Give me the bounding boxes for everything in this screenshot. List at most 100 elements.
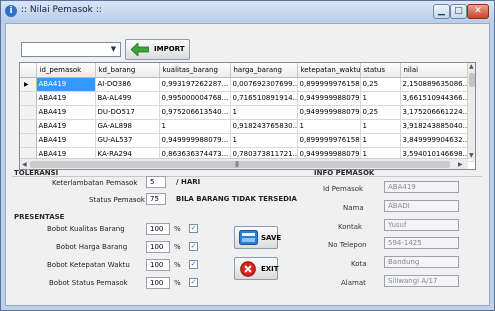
maximize-button[interactable]: □	[450, 4, 467, 19]
close-button[interactable]: ✕	[467, 4, 489, 19]
alamat-label: Alamat	[341, 279, 366, 287]
column-header[interactable]: kualitas_barang	[159, 63, 231, 78]
row-header[interactable]	[20, 119, 37, 134]
table-cell[interactable]: 0,25	[360, 105, 401, 120]
table-row[interactable]: ABA419 BA-AL499 0,995000004768... 0,7165…	[20, 91, 474, 106]
table-cell[interactable]: 1	[360, 119, 401, 134]
info-pemasok-heading: INFO PEMASOK	[314, 169, 375, 177]
table-cell[interactable]: 3,849999904632...	[400, 133, 474, 148]
table-cell[interactable]: 0,25	[360, 77, 401, 92]
kontak-label: Kontak	[338, 223, 363, 231]
table-cell[interactable]: ABA419	[36, 105, 96, 120]
current-row-marker[interactable]: ▶	[20, 77, 37, 92]
presentase-heading: PRESENTASE	[14, 213, 65, 221]
column-header[interactable]: ketepatan_waktu	[297, 63, 361, 78]
table-cell[interactable]: ABA419	[36, 133, 96, 148]
table-cell[interactable]: 0,007692307699...	[230, 77, 298, 92]
minimize-button[interactable]: ▁	[433, 4, 450, 19]
horizontal-scrollbar[interactable]: ◀ ||| ▶	[20, 158, 468, 169]
table-cell[interactable]: 0,993197262287...	[159, 77, 231, 92]
vertical-scrollbar[interactable]: ▲ ▼	[467, 63, 475, 159]
scroll-right-icon[interactable]: ▶	[458, 161, 463, 168]
save-button[interactable]: SAVE	[234, 226, 281, 249]
grid-table: id_pemasok kd_barang kualitas_barang har…	[20, 63, 474, 162]
app-window: i :: Nilai Pemasok :: ▁ □ ✕ ▼ IMPORT id_…	[0, 0, 495, 311]
nilai-grid[interactable]: id_pemasok kd_barang kualitas_barang har…	[19, 62, 476, 170]
table-cell[interactable]: 1	[297, 119, 361, 134]
keterlambatan-input[interactable]: 5	[146, 176, 166, 188]
bobot-harga-input[interactable]: 100	[146, 241, 170, 253]
import-button[interactable]: IMPORT	[125, 39, 190, 60]
table-cell[interactable]: 3,661510944366...	[400, 91, 474, 106]
horizontal-scroll-thumb[interactable]: |||	[30, 161, 450, 168]
window-title: :: Nilai Pemasok ::	[21, 5, 102, 15]
table-cell[interactable]: GU-AL537	[95, 133, 160, 148]
nama-label: Nama	[343, 204, 364, 212]
table-cell[interactable]: 0,949999988079...	[159, 133, 231, 148]
table-cell[interactable]: 0,949999988079...	[297, 105, 361, 120]
scroll-left-icon[interactable]: ◀	[22, 161, 27, 168]
status-pemasok-note: BILA BARANG TIDAK TERSEDIA	[176, 195, 297, 203]
status-pemasok-input[interactable]: 75	[146, 193, 166, 205]
scroll-up-icon[interactable]: ▲	[469, 63, 474, 70]
table-cell[interactable]: 0,995000004768...	[159, 91, 231, 106]
vertical-scroll-thumb[interactable]	[469, 73, 475, 87]
bobot-kualitas-checkbox[interactable]: ✓	[189, 224, 198, 233]
row-header[interactable]	[20, 91, 37, 106]
table-cell[interactable]: BA-AL499	[95, 91, 160, 106]
column-header[interactable]: id_pemasok	[36, 63, 96, 78]
bobot-status-input[interactable]: 100	[146, 277, 170, 289]
table-row[interactable]: ABA419 DU-DO517 0,975206613540... 1 0,94…	[20, 105, 474, 120]
column-header[interactable]: status	[360, 63, 401, 78]
table-row[interactable]: ABA419 GU-AL537 0,949999988079... 1 0,89…	[20, 133, 474, 148]
import-source-combo[interactable]: ▼	[21, 42, 121, 57]
title-bar[interactable]: i :: Nilai Pemasok :: ▁ □ ✕	[1, 1, 494, 22]
table-cell[interactable]: 1	[159, 119, 231, 134]
bobot-ketepatan-input[interactable]: 100	[146, 259, 170, 271]
column-header[interactable]: nilai	[400, 63, 474, 78]
table-cell[interactable]: 3,918243885040...	[400, 119, 474, 134]
chevron-down-icon[interactable]: ▼	[107, 43, 120, 56]
table-cell[interactable]: 3,175206661224...	[400, 105, 474, 120]
table-cell[interactable]: ABA419	[36, 119, 96, 134]
bobot-status-checkbox[interactable]: ✓	[189, 278, 198, 287]
table-cell[interactable]: DU-DO517	[95, 105, 160, 120]
keterlambatan-label: Keterlambatan Pemasok	[52, 179, 138, 187]
table-cell[interactable]: 0,949999988079...	[297, 91, 361, 106]
table-row[interactable]: ▶ ABA419 AI-DO386 0,993197262287... 0,00…	[20, 77, 474, 92]
table-cell[interactable]: ABA419	[36, 77, 96, 92]
table-cell[interactable]: 0,975206613540...	[159, 105, 231, 120]
bobot-harga-checkbox[interactable]: ✓	[189, 242, 198, 251]
exit-button[interactable]: EXIT	[234, 257, 279, 280]
bobot-kualitas-input[interactable]: 100	[146, 223, 170, 235]
table-cell[interactable]: 1	[230, 105, 298, 120]
bobot-ketepatan-checkbox[interactable]: ✓	[189, 260, 198, 269]
alamat-field[interactable]: Siliwangi A/17	[384, 275, 459, 287]
id-pemasok-field[interactable]: ABA419	[384, 181, 459, 193]
scroll-down-icon[interactable]: ▼	[469, 152, 474, 159]
table-cell[interactable]: 1	[360, 133, 401, 148]
table-cell[interactable]: 0,918243765830...	[230, 119, 298, 134]
table-cell[interactable]: 1	[360, 91, 401, 106]
table-cell[interactable]: 1	[230, 133, 298, 148]
percent-unit: %	[174, 261, 181, 269]
column-header[interactable]: harga_barang	[230, 63, 298, 78]
table-cell[interactable]: AI-DO386	[95, 77, 160, 92]
row-header[interactable]	[20, 133, 37, 148]
keterlambatan-unit: / HARI	[176, 178, 201, 186]
table-cell[interactable]: 2,150889635086...	[400, 77, 474, 92]
table-cell[interactable]: 0,899999976158...	[297, 133, 361, 148]
table-row[interactable]: ABA419 GA-AL898 1 0,918243765830... 1 1 …	[20, 119, 474, 134]
table-cell[interactable]: 0,899999976158...	[297, 77, 361, 92]
percent-unit: %	[174, 243, 181, 251]
table-cell[interactable]: 0,716510891914...	[230, 91, 298, 106]
table-cell[interactable]: GA-AL898	[95, 119, 160, 134]
table-cell[interactable]: ABA419	[36, 91, 96, 106]
kota-field[interactable]: Bandung	[384, 256, 459, 268]
no-telepon-field[interactable]: 594-1425	[384, 237, 459, 249]
row-header[interactable]	[20, 105, 37, 120]
column-header[interactable]: kd_barang	[95, 63, 160, 78]
nama-field[interactable]: ABADI	[384, 200, 459, 212]
kontak-field[interactable]: Yusuf	[384, 219, 459, 231]
save-icon	[239, 230, 258, 245]
